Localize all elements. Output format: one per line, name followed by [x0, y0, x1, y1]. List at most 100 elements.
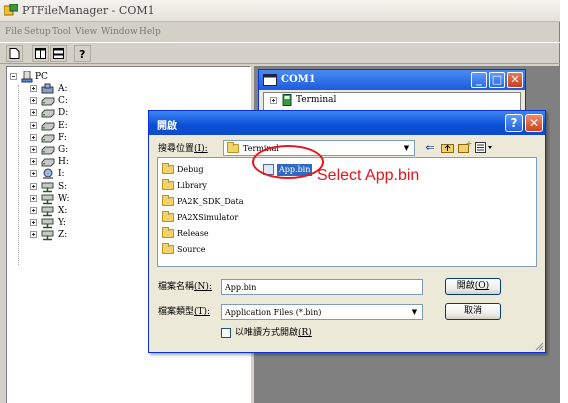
- look-in-label: 搜尋位置(I):: [158, 144, 208, 154]
- readonly-checkbox[interactable]: [221, 328, 231, 338]
- tree-label-pc: PC: [35, 72, 48, 82]
- folder-item-pa2xsimulator[interactable]: PA2XSimulator: [162, 211, 252, 225]
- hard-drive-icon: [41, 146, 55, 155]
- expand-icon[interactable]: [30, 231, 37, 239]
- expand-icon[interactable]: [30, 109, 37, 117]
- close-icon: ✕: [510, 73, 520, 86]
- dialog-close-button[interactable]: ✕: [525, 114, 543, 132]
- folder-item-pa2k-sdk-data[interactable]: PA2K_SDK_Data: [162, 195, 252, 209]
- network-drive-icon: [41, 206, 54, 217]
- hard-drive-icon: [41, 158, 55, 167]
- tree-label-drive: F:: [58, 132, 67, 143]
- terminal-icon: [282, 94, 292, 106]
- new-folder-icon[interactable]: [458, 141, 472, 153]
- menu-file[interactable]: File: [5, 27, 22, 37]
- open-button[interactable]: 開啟(O): [445, 278, 501, 295]
- minimize-button[interactable]: _: [471, 72, 487, 88]
- expand-icon[interactable]: [30, 219, 37, 227]
- file-name: Release: [177, 229, 209, 238]
- folder-item-debug[interactable]: Debug: [162, 163, 252, 177]
- svg-text:?: ?: [79, 48, 85, 60]
- hard-drive-icon: [41, 122, 55, 131]
- network-drive-icon: [41, 230, 54, 241]
- network-drive-icon: [41, 218, 54, 229]
- tree-label-drive: H:: [58, 157, 69, 168]
- folder-item-source[interactable]: Source: [162, 243, 252, 257]
- pc-icon: [21, 71, 33, 83]
- back-icon[interactable]: ⇐: [423, 141, 437, 155]
- com1-title: COM1: [281, 74, 316, 85]
- network-drive-icon: [41, 182, 54, 192]
- tree-label-drive: Z:: [58, 230, 68, 241]
- tree-item-drive-c[interactable]: C:: [7, 95, 207, 107]
- tree-label-drive: D:: [58, 108, 69, 119]
- tree-label-terminal: Terminal: [296, 95, 337, 105]
- hard-drive-icon: [41, 97, 55, 106]
- chevron-down-icon[interactable]: ▼: [400, 142, 413, 154]
- maximize-button[interactable]: □: [489, 72, 505, 88]
- menu-setup[interactable]: Setup: [24, 27, 51, 37]
- up-folder-icon[interactable]: [441, 142, 454, 153]
- dialog-help-button[interactable]: ?: [505, 114, 523, 132]
- file-name: Library: [177, 181, 207, 190]
- app-title: PTFileManager - COM1: [22, 4, 155, 17]
- open-file-dialog: 開啟 ? ✕ 搜尋位置(I): Terminal ▼ ⇐ Debug Libra…: [148, 110, 546, 353]
- expand-icon[interactable]: [30, 170, 37, 178]
- tile-horizontal-icon: [53, 48, 64, 59]
- folder-icon: [162, 195, 174, 206]
- highlight-circle: [252, 145, 324, 179]
- tree-item-pc[interactable]: PC: [7, 71, 207, 83]
- menu-help[interactable]: Help: [139, 27, 161, 37]
- folder-icon: [227, 142, 239, 153]
- filetype-label: 檔案類型(T):: [158, 307, 211, 317]
- com1-titlebar[interactable]: COM1 _ □ ✕: [259, 70, 525, 90]
- menu-view[interactable]: View: [75, 27, 97, 37]
- filename-input[interactable]: App.bin: [221, 279, 423, 295]
- folder-item-release[interactable]: Release: [162, 227, 252, 241]
- collapse-icon[interactable]: [10, 73, 17, 80]
- about-button[interactable]: ?: [74, 45, 91, 62]
- tree-label-drive: G:: [58, 145, 69, 155]
- expand-icon[interactable]: [30, 158, 37, 166]
- menu-tool[interactable]: Tool: [52, 27, 71, 37]
- view-menu-icon[interactable]: [475, 142, 493, 153]
- tree-label-drive: I:: [58, 169, 65, 180]
- tile-horizontal-button[interactable]: [50, 45, 67, 62]
- tree-item-drive-a[interactable]: A:: [7, 83, 207, 95]
- tree-label-drive: C:: [58, 96, 68, 107]
- folder-item-library[interactable]: Library: [162, 179, 252, 193]
- chevron-down-icon[interactable]: ▼: [408, 306, 421, 318]
- dialog-titlebar[interactable]: 開啟 ? ✕: [149, 111, 545, 135]
- menubar: File Setup Tool View Window Help: [0, 24, 560, 41]
- resize-grip-icon[interactable]: [534, 341, 544, 351]
- expand-icon[interactable]: [30, 85, 37, 92]
- expand-icon[interactable]: [30, 121, 37, 129]
- expand-icon[interactable]: [30, 207, 37, 214]
- folder-icon: [162, 227, 174, 238]
- menu-window[interactable]: Window: [101, 27, 138, 37]
- tree-label-drive: W:: [58, 193, 70, 204]
- network-icon: [43, 168, 53, 180]
- tile-vertical-icon: [35, 48, 46, 59]
- folder-icon: [162, 243, 174, 254]
- filetype-select[interactable]: Application Files (*.bin) ▼: [221, 304, 423, 320]
- minimize-icon: _: [476, 73, 482, 86]
- expand-icon[interactable]: [30, 133, 37, 141]
- app-icon: [4, 4, 18, 16]
- app-titlebar[interactable]: PTFileManager - COM1: [0, 0, 560, 22]
- expand-icon[interactable]: [30, 146, 37, 153]
- expand-icon[interactable]: [270, 97, 277, 104]
- readonly-label: 以唯讀方式開啟(R): [235, 328, 312, 338]
- expand-icon[interactable]: [30, 97, 37, 105]
- expand-icon[interactable]: [30, 194, 37, 202]
- close-button[interactable]: ✕: [507, 72, 523, 88]
- filename-value: App.bin: [225, 283, 257, 292]
- expand-icon[interactable]: [30, 182, 37, 190]
- new-file-button[interactable]: [6, 45, 23, 62]
- cancel-button[interactable]: 取消: [445, 303, 501, 320]
- window-icon: [263, 74, 277, 86]
- hard-drive-icon: [41, 109, 55, 118]
- tile-vertical-button[interactable]: [32, 45, 49, 62]
- filetype-value: Application Files (*.bin): [225, 308, 322, 317]
- toolbar: ?: [0, 42, 560, 64]
